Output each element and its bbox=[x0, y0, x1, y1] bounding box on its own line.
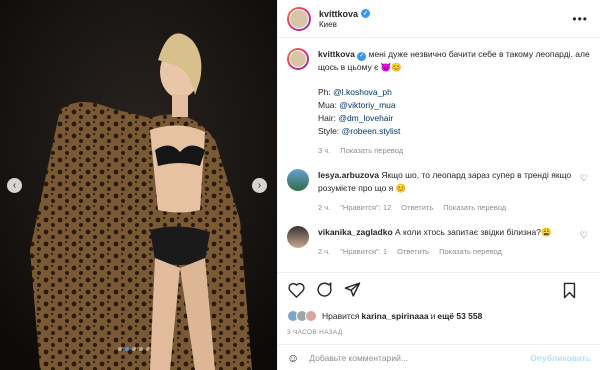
author-username-row: kvittkova ✓ bbox=[319, 9, 371, 19]
credit-label: Ph: bbox=[318, 87, 334, 97]
carousel-dot bbox=[146, 347, 150, 351]
translate-link[interactable]: Показать перевод bbox=[439, 245, 502, 258]
comment-likes[interactable]: "Нравится": 12 bbox=[340, 201, 391, 214]
liker-avatars bbox=[287, 310, 317, 322]
credit-line: Ph: @l.koshova_ph bbox=[318, 86, 591, 99]
author-avatar[interactable] bbox=[287, 6, 311, 31]
carousel-prev-button[interactable]: ‹ bbox=[7, 178, 22, 193]
carousel-indicator bbox=[118, 347, 150, 351]
comment-like-heart-icon[interactable]: ♡ bbox=[580, 173, 588, 184]
reply-button[interactable]: Ответить bbox=[401, 201, 433, 214]
likes-and: и bbox=[430, 311, 436, 321]
carousel-dot bbox=[139, 347, 143, 351]
credit-line: Hair: @dm_lovehair bbox=[318, 112, 591, 125]
comment-input[interactable] bbox=[309, 352, 531, 363]
commenter-avatar[interactable] bbox=[287, 226, 309, 248]
post-location[interactable]: Киев bbox=[319, 20, 370, 29]
comment-username[interactable]: lesya.arbuzova bbox=[318, 170, 379, 180]
post-sidebar: kvittkova ✓ Киев ••• kvittkova ✓ мені ду… bbox=[277, 0, 600, 370]
comment-body: vikanika_zagladko А коли хтось запитає з… bbox=[318, 226, 591, 258]
credit-handle-link[interactable]: @viktoriy_mua bbox=[339, 100, 395, 110]
carousel-next-button[interactable]: › bbox=[252, 178, 267, 193]
chevron-right-icon: › bbox=[257, 179, 262, 191]
carousel-dot-active bbox=[125, 347, 129, 351]
avatar-image bbox=[289, 8, 309, 29]
post-actions bbox=[278, 272, 600, 306]
share-send-icon[interactable] bbox=[343, 281, 361, 299]
chevron-left-icon: ‹ bbox=[12, 179, 17, 191]
add-comment-bar: ☺ Опубликовать bbox=[278, 344, 600, 370]
comment-meta: 2 ч. "Нравится": 1 Ответить Показать пер… bbox=[318, 245, 575, 258]
translate-link[interactable]: Показать перевод bbox=[340, 144, 403, 157]
credit-label: Style: bbox=[318, 126, 342, 136]
translate-link[interactable]: Показать перевод bbox=[443, 201, 506, 214]
like-heart-icon[interactable] bbox=[287, 281, 305, 299]
comment-username[interactable]: vikanika_zagladko bbox=[318, 227, 393, 237]
verified-badge-icon: ✓ bbox=[361, 9, 371, 18]
credit-line: Style: @robeen.stylist bbox=[318, 125, 591, 138]
likes-prefix: Нравится bbox=[322, 311, 360, 321]
likes-count[interactable]: ещё 53 558 bbox=[437, 311, 482, 321]
publish-button[interactable]: Опубликовать bbox=[530, 353, 591, 363]
caption-username[interactable]: kvittkova bbox=[318, 49, 355, 59]
comment-like-heart-icon[interactable]: ♡ bbox=[580, 230, 588, 241]
caption-credits: Ph: @l.koshova_ph Mua: @viktoriy_mua Hai… bbox=[318, 86, 591, 138]
credit-line: Mua: @viktoriy_mua bbox=[318, 99, 591, 112]
bookmark-save-icon[interactable] bbox=[560, 281, 578, 299]
comment-item: vikanika_zagladko А коли хтось запитає з… bbox=[287, 226, 591, 258]
likes-summary: Нравится karina_spirinaaa и ещё 53 558 bbox=[278, 306, 600, 324]
caption-body: kvittkova ✓ мені дуже незвично бачити се… bbox=[318, 48, 591, 157]
caption-time[interactable]: 3 ч. bbox=[318, 144, 330, 157]
comment-item: lesya.arbuzova Якщо шо, то леопард зараз… bbox=[287, 169, 591, 214]
liker-avatar[interactable] bbox=[305, 310, 317, 322]
more-options-icon[interactable]: ••• bbox=[572, 12, 588, 26]
post-timestamp[interactable]: 3 ЧАСОВ НАЗАД bbox=[278, 324, 600, 344]
instagram-post: ‹ › kvittkova ✓ Киев ••• kvittkova ✓ мен… bbox=[0, 0, 600, 370]
avatar-image bbox=[289, 50, 307, 68]
post-media: ‹ › bbox=[0, 0, 277, 370]
caption: kvittkova ✓ мені дуже незвично бачити се… bbox=[287, 48, 591, 157]
liker-username[interactable]: karina_spirinaaa bbox=[362, 311, 429, 321]
caption-meta: 3 ч. Показать перевод bbox=[318, 144, 591, 157]
comment-time[interactable]: 2 ч. bbox=[318, 201, 330, 214]
credit-label: Mua: bbox=[318, 100, 340, 110]
credit-label: Hair: bbox=[318, 113, 339, 123]
comment-time[interactable]: 2 ч. bbox=[318, 245, 330, 258]
post-photo[interactable] bbox=[0, 0, 277, 370]
comment-likes[interactable]: "Нравится": 1 bbox=[340, 245, 387, 258]
comment-bubble-icon[interactable] bbox=[315, 281, 333, 299]
commenter-avatar[interactable] bbox=[287, 169, 309, 191]
carousel-dot bbox=[132, 347, 136, 351]
comments-section: kvittkova ✓ мені дуже незвично бачити се… bbox=[278, 38, 600, 272]
reply-button[interactable]: Ответить bbox=[397, 245, 429, 258]
comment-meta: 2 ч. "Нравится": 12 Ответить Показать пе… bbox=[318, 201, 575, 214]
carousel-dot bbox=[118, 347, 122, 351]
comment-text: А коли хтось запитає звідки білизна?😩 bbox=[395, 227, 552, 237]
emoji-picker-icon[interactable]: ☺ bbox=[287, 351, 299, 365]
post-header: kvittkova ✓ Киев ••• bbox=[278, 0, 600, 38]
author-username[interactable]: kvittkova bbox=[319, 9, 358, 19]
comment-body: lesya.arbuzova Якщо шо, то леопард зараз… bbox=[318, 169, 591, 214]
verified-badge-icon: ✓ bbox=[357, 52, 367, 61]
credit-handle-link[interactable]: @l.koshova_ph bbox=[333, 87, 392, 97]
credit-handle-link[interactable]: @robeen.stylist bbox=[342, 126, 401, 136]
credit-handle-link[interactable]: @dm_lovehair bbox=[338, 113, 393, 123]
author-block: kvittkova ✓ Киев bbox=[319, 9, 371, 29]
caption-avatar[interactable] bbox=[287, 48, 309, 70]
